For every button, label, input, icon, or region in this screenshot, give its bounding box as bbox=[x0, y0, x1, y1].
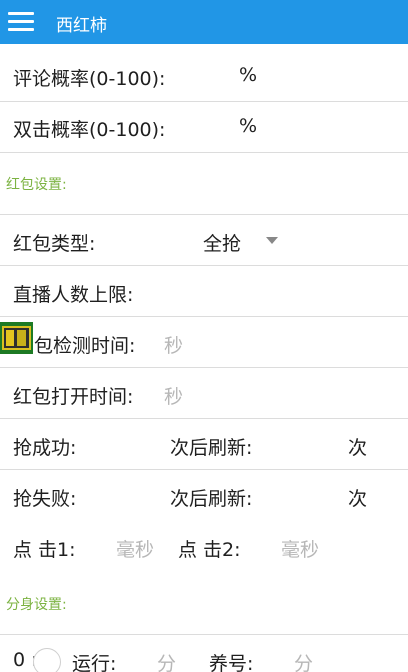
live-limit-input[interactable] bbox=[160, 278, 280, 306]
app-badge-icon bbox=[0, 322, 33, 354]
double-click-prob-label: 双击概率(0-100): bbox=[13, 119, 166, 141]
comment-prob-unit: % bbox=[239, 64, 258, 86]
double-click-prob-input[interactable] bbox=[176, 113, 236, 141]
grab-fail-unit: 次 bbox=[348, 488, 368, 510]
grab-fail-refresh-label: 次后刷新: bbox=[170, 488, 253, 510]
grab-success-refresh-input[interactable] bbox=[265, 431, 340, 459]
chevron-down-icon[interactable] bbox=[266, 237, 278, 244]
clone-run-label: 运行: bbox=[72, 653, 117, 672]
click1-input[interactable]: 毫秒 bbox=[116, 535, 154, 562]
live-limit-label: 直播人数上限: bbox=[13, 284, 134, 306]
app-bar: 西红柿 bbox=[0, 0, 408, 44]
double-click-prob-unit: % bbox=[239, 115, 258, 137]
click2-label: 点 击2: bbox=[178, 539, 241, 561]
click1-label: 点 击1: bbox=[13, 539, 76, 561]
grab-fail-input[interactable] bbox=[88, 482, 163, 510]
clone-run-input[interactable]: 分 bbox=[157, 649, 176, 672]
grab-success-label: 抢成功: bbox=[13, 437, 77, 459]
app-title: 西红柿 bbox=[56, 16, 107, 36]
comment-prob-label: 评论概率(0-100): bbox=[13, 68, 166, 90]
clone-radio[interactable] bbox=[33, 648, 61, 672]
open-time-label: 红包打开时间: bbox=[13, 386, 134, 408]
click2-input[interactable]: 毫秒 bbox=[281, 535, 319, 562]
grab-fail-refresh-input[interactable] bbox=[265, 482, 340, 510]
clone-section-title: 分身设置: bbox=[6, 597, 67, 613]
menu-icon[interactable] bbox=[8, 10, 36, 34]
redpacket-type-select[interactable]: 全抢 bbox=[203, 229, 241, 256]
redpacket-type-label: 红包类型: bbox=[13, 233, 96, 255]
grab-success-refresh-label: 次后刷新: bbox=[170, 437, 253, 459]
grab-success-unit: 次 bbox=[348, 437, 368, 459]
grab-success-input[interactable] bbox=[88, 431, 163, 459]
detect-time-label: 包检测时间: bbox=[34, 335, 136, 357]
clone-raise-input[interactable]: 分 bbox=[294, 649, 313, 672]
detect-time-input[interactable]: 秒 bbox=[164, 331, 183, 358]
open-time-input[interactable]: 秒 bbox=[164, 382, 183, 409]
clone-raise-label: 养号: bbox=[209, 653, 254, 672]
grab-fail-label: 抢失败: bbox=[13, 488, 77, 510]
comment-prob-input[interactable] bbox=[176, 62, 236, 90]
redpacket-section-title: 红包设置: bbox=[6, 177, 67, 193]
